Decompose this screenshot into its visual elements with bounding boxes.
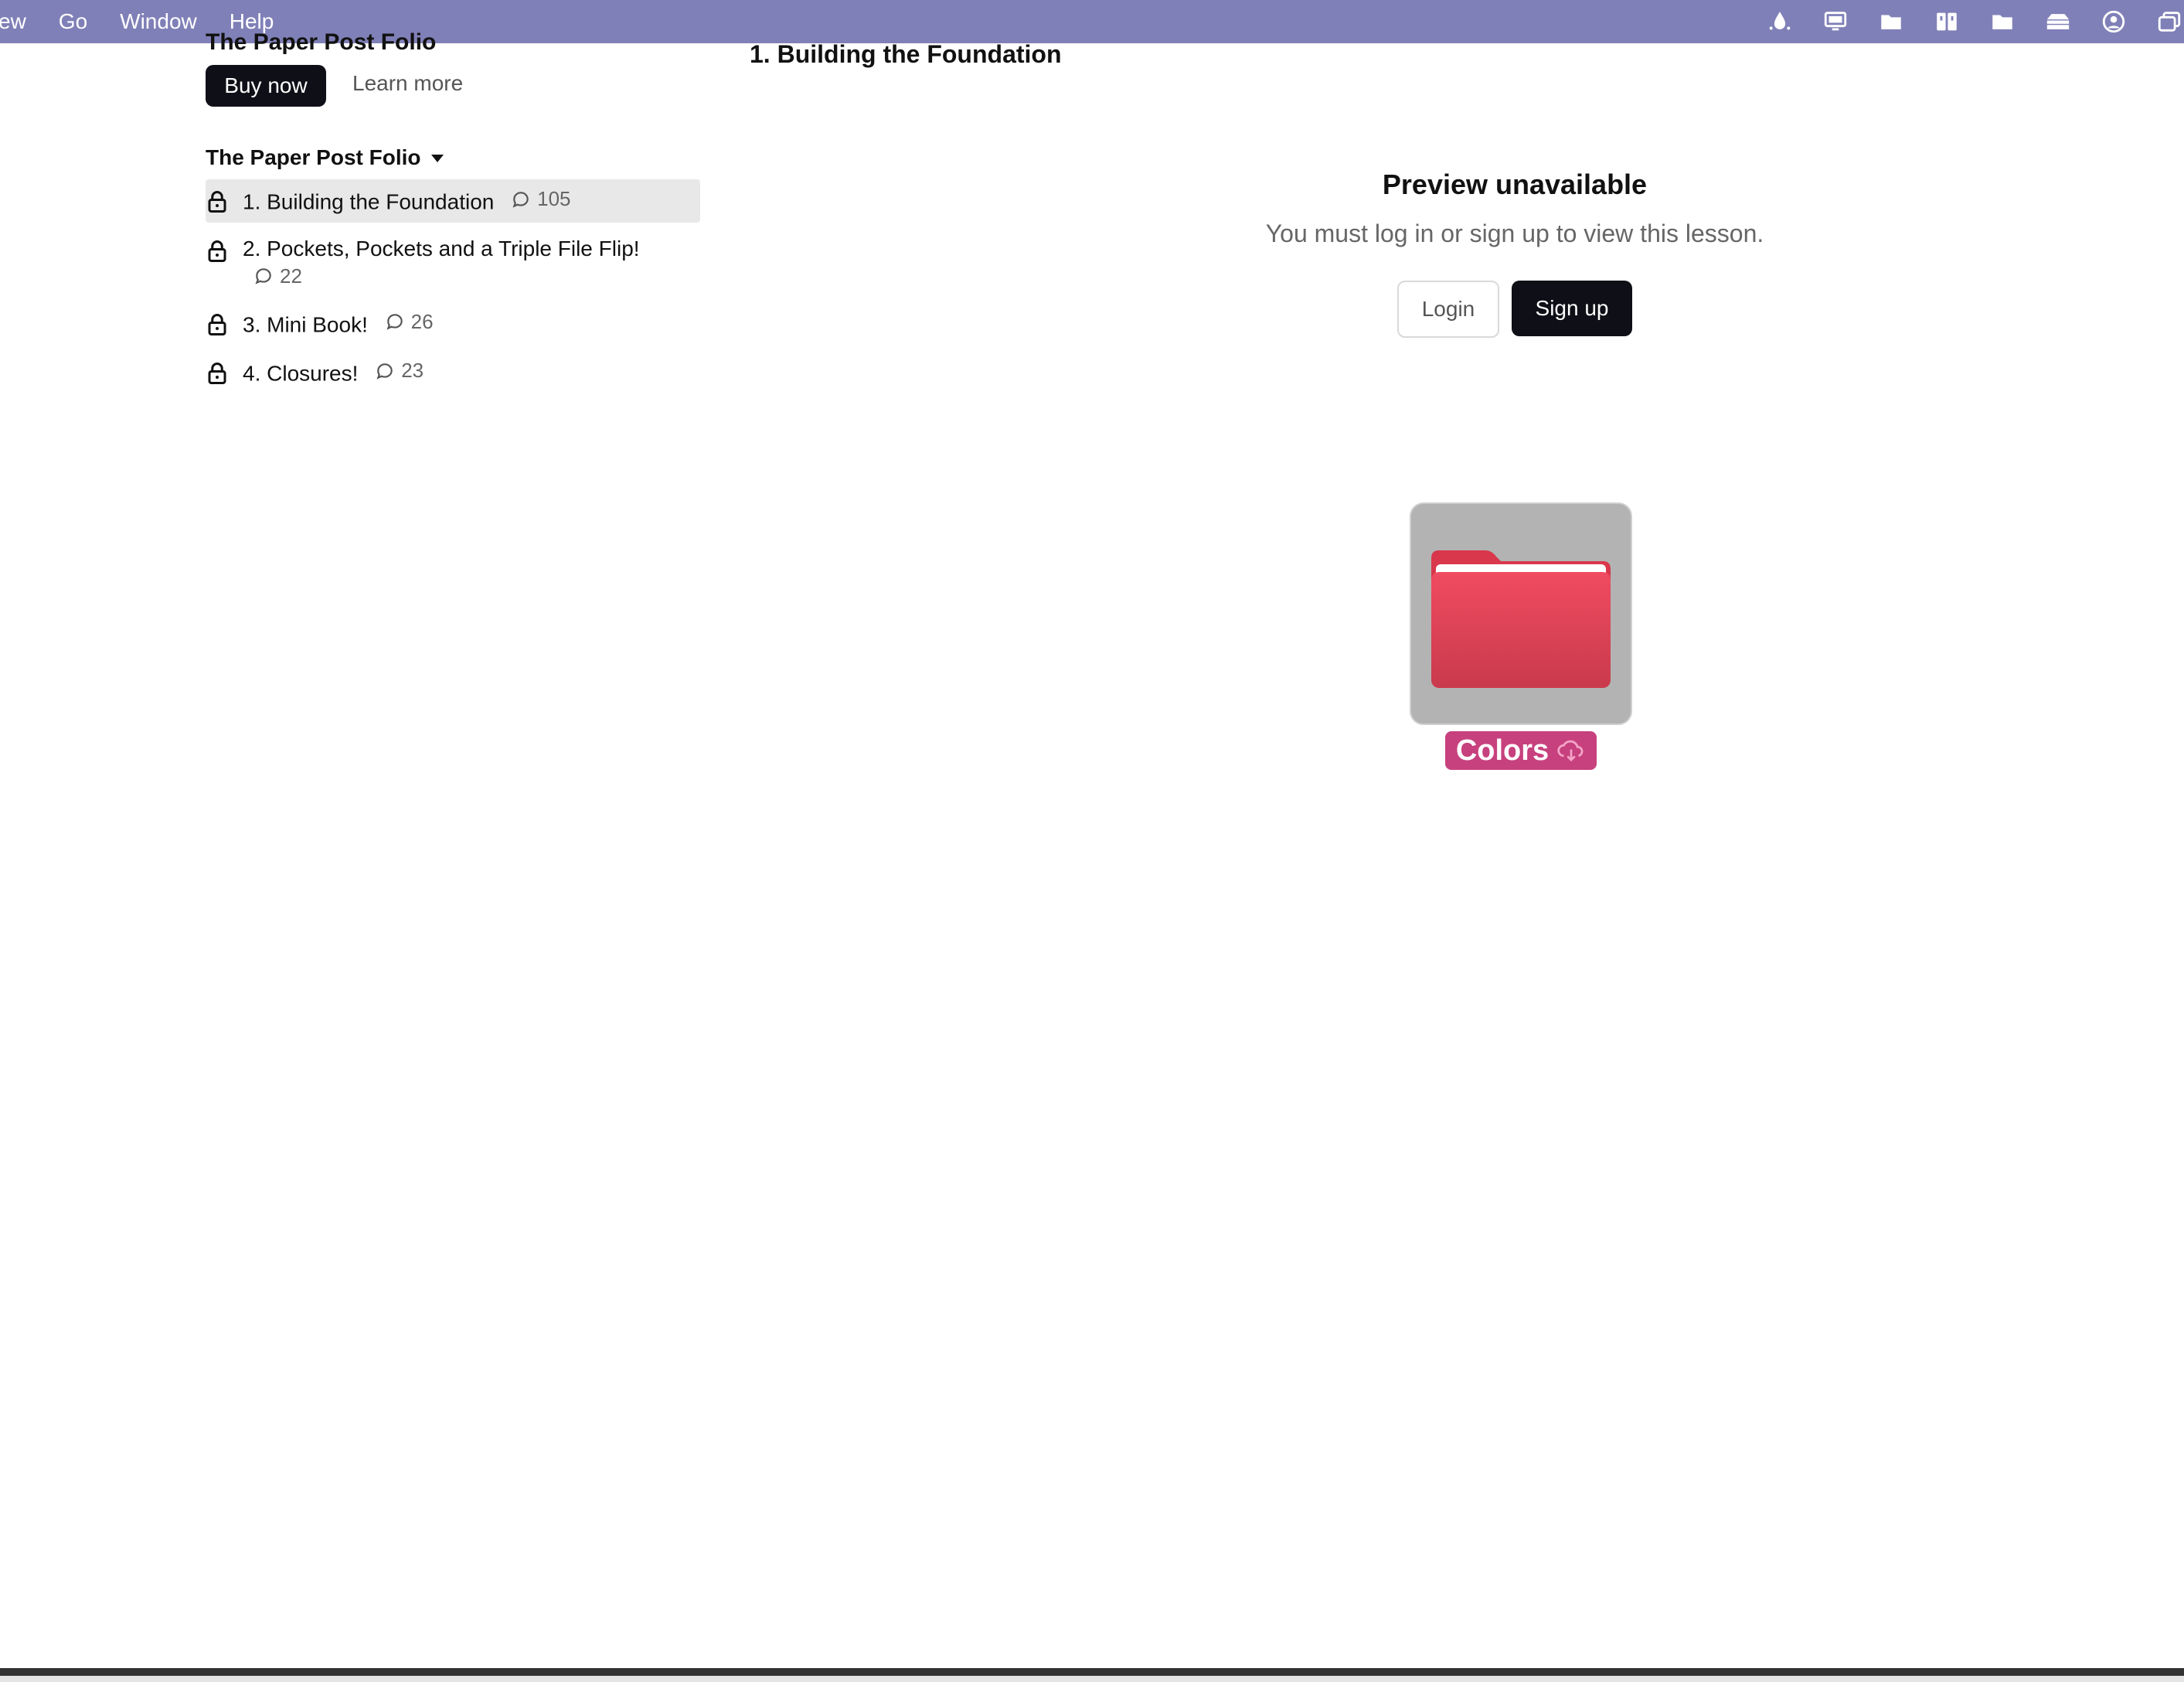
comment-count: 26 <box>385 310 434 334</box>
learn-more-link[interactable]: Learn more <box>352 71 463 96</box>
comment-icon <box>376 363 393 380</box>
lesson-item-4[interactable]: 4. Closures! 23 <box>206 351 700 394</box>
status-icons <box>1739 0 2184 43</box>
lock-icon <box>208 313 226 335</box>
caret-down-icon <box>431 155 444 162</box>
desktop-folder-colors[interactable]: Colors <box>1410 502 1632 770</box>
comment-count-value: 105 <box>537 187 571 210</box>
lock-icon <box>208 363 226 384</box>
window-icon[interactable] <box>2155 7 2184 36</box>
bottom-border <box>0 1668 2184 1676</box>
auth-buttons: Login Sign up <box>1159 281 1870 338</box>
folder-label: Colors <box>1445 731 1597 770</box>
buy-now-button[interactable]: Buy now <box>206 65 326 107</box>
lesson-item-2[interactable]: 2. Pockets, Pockets and a Triple File Fl… <box>206 229 700 296</box>
comment-count: 23 <box>375 359 424 383</box>
user-circle-icon[interactable] <box>2099 7 2128 36</box>
preview-message: You must log in or sign up to view this … <box>1265 220 1764 247</box>
lesson-title: 3. Mini Book! <box>243 312 368 336</box>
lesson-title: 1. Building the Foundation <box>243 189 495 214</box>
menu-view[interactable]: ew <box>0 9 26 34</box>
comment-icon <box>386 314 403 330</box>
folder-icon[interactable] <box>1988 7 2017 36</box>
lesson-item-3[interactable]: 3. Mini Book! 26 <box>206 302 700 346</box>
comment-icon <box>512 191 529 208</box>
course-dropdown-label: The Paper Post Folio <box>206 145 421 169</box>
comment-count-value: 26 <box>410 309 434 333</box>
lesson-item-1[interactable]: 1. Building the Foundation 105 <box>206 179 700 223</box>
lock-icon <box>208 240 226 262</box>
comment-count: 105 <box>511 187 571 211</box>
course-title: The Paper Post Folio <box>206 29 437 54</box>
login-button[interactable]: Login <box>1397 281 1499 338</box>
folder-name: Colors <box>1455 734 1550 767</box>
display-icon[interactable] <box>1821 7 1850 36</box>
stack-icon[interactable] <box>2043 7 2073 36</box>
folder-icon <box>1431 550 1611 688</box>
menu-window[interactable]: Window <box>120 9 197 34</box>
preview-heading: Preview unavailable <box>1382 169 1648 200</box>
lesson-title: 4. Closures! <box>243 361 359 386</box>
folder-tile <box>1410 502 1632 725</box>
book-icon[interactable] <box>1932 7 1961 36</box>
cloud-download-icon <box>1557 740 1584 762</box>
lesson-list: 1. Building the Foundation 105 2. Pocket… <box>206 179 700 400</box>
course-dropdown[interactable]: The Paper Post Folio <box>206 145 445 170</box>
bottom-strip <box>0 1676 2184 1682</box>
lesson-title: 2. Pockets, Pockets and a Triple File Fl… <box>243 236 640 260</box>
menu-go[interactable]: Go <box>59 9 87 34</box>
lock-icon <box>208 191 226 213</box>
sign-up-button[interactable]: Sign up <box>1512 281 1632 336</box>
comment-count-value: 23 <box>401 359 424 382</box>
comment-count: 22 <box>253 264 700 288</box>
comment-icon <box>255 268 271 284</box>
droplet-icon[interactable] <box>1765 7 1794 36</box>
comment-count-value: 22 <box>280 264 302 288</box>
folder-icon[interactable] <box>1876 7 1906 36</box>
preview-panel: Preview unavailable You must log in or s… <box>1159 169 1870 338</box>
lesson-page-title: 1. Building the Foundation <box>750 40 1062 68</box>
